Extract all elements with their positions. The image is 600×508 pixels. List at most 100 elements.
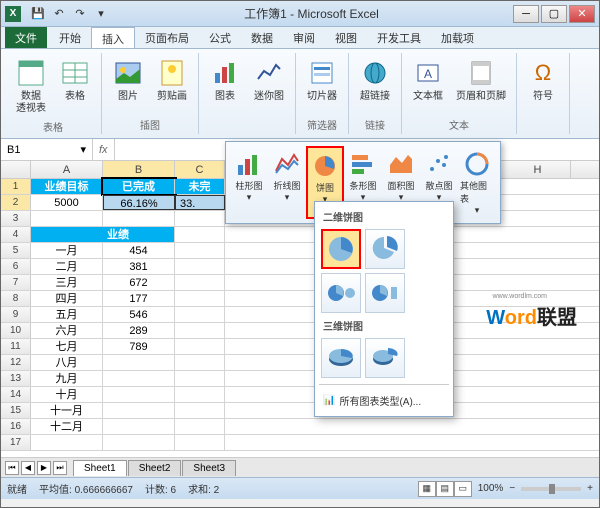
cell[interactable] [31, 211, 103, 226]
cell[interactable]: 789 [103, 339, 175, 354]
zoom-out-button[interactable]: − [509, 483, 515, 494]
cell[interactable] [31, 435, 103, 450]
hyperlink-button[interactable]: 超链接 [355, 55, 395, 105]
undo-icon[interactable]: ↶ [50, 5, 68, 23]
cell[interactable] [103, 387, 175, 402]
row-header[interactable]: 9 [1, 307, 31, 322]
pie-2d-basic[interactable] [321, 229, 361, 269]
row-header[interactable]: 3 [1, 211, 31, 226]
cell[interactable] [175, 403, 225, 418]
cell[interactable]: 33. [175, 195, 225, 210]
row-header[interactable]: 15 [1, 403, 31, 418]
close-button[interactable]: ✕ [569, 5, 595, 23]
cell[interactable] [103, 435, 175, 450]
row-header[interactable]: 14 [1, 387, 31, 402]
cell[interactable]: 六月 [31, 323, 103, 338]
cell[interactable]: 454 [103, 243, 175, 258]
other-charts-button[interactable]: 其他图表▾ [458, 146, 496, 219]
line-chart-button[interactable]: 折线图▾ [268, 146, 306, 219]
sparkline-button[interactable]: 迷你图 [249, 55, 289, 105]
tab-data[interactable]: 数据 [241, 27, 283, 48]
view-page-break-button[interactable]: ▭ [454, 481, 472, 497]
chart-button[interactable]: 图表 [205, 55, 245, 105]
cell[interactable] [175, 323, 225, 338]
sheet-nav-last[interactable]: ⏭ [53, 461, 67, 475]
header-footer-button[interactable]: 页眉和页脚 [452, 55, 510, 105]
row-header[interactable]: 2 [1, 195, 31, 210]
cell[interactable] [103, 355, 175, 370]
cell[interactable]: 十月 [31, 387, 103, 402]
col-header-H[interactable]: H [505, 161, 571, 178]
cell[interactable]: 672 [103, 275, 175, 290]
cell[interactable] [175, 227, 225, 242]
zoom-in-button[interactable]: + [587, 483, 593, 494]
sheet-tab-3[interactable]: Sheet3 [182, 460, 236, 476]
cell[interactable] [103, 419, 175, 434]
col-header-A[interactable]: A [31, 161, 103, 178]
symbol-button[interactable]: Ω符号 [523, 55, 563, 105]
row-header[interactable]: 17 [1, 435, 31, 450]
row-header[interactable]: 1 [1, 179, 31, 194]
cell[interactable]: 业绩目标 [31, 179, 103, 194]
cell[interactable]: 5000 [31, 195, 103, 210]
row-header[interactable]: 13 [1, 371, 31, 386]
pie-3d-exploded[interactable] [365, 338, 405, 378]
row-header[interactable]: 11 [1, 339, 31, 354]
cell[interactable] [175, 307, 225, 322]
maximize-button[interactable]: ▢ [541, 5, 567, 23]
view-page-layout-button[interactable]: ▤ [436, 481, 454, 497]
pivot-table-button[interactable]: 数据 透视表 [11, 55, 51, 117]
row-header[interactable]: 6 [1, 259, 31, 274]
sheet-nav-next[interactable]: ▶ [37, 461, 51, 475]
row-header[interactable]: 10 [1, 323, 31, 338]
cell[interactable] [175, 355, 225, 370]
cell[interactable]: 五月 [31, 307, 103, 322]
tab-view[interactable]: 视图 [325, 27, 367, 48]
cell[interactable]: 十一月 [31, 403, 103, 418]
cell[interactable]: 七月 [31, 339, 103, 354]
cell[interactable] [103, 211, 175, 226]
cell[interactable]: 381 [103, 259, 175, 274]
view-normal-button[interactable]: ▦ [418, 481, 436, 497]
cell[interactable] [175, 211, 225, 226]
pie-3d-basic[interactable] [321, 338, 361, 378]
row-header[interactable]: 12 [1, 355, 31, 370]
cell[interactable] [175, 243, 225, 258]
name-box[interactable]: B1▾ [1, 139, 93, 160]
cell[interactable]: 十二月 [31, 419, 103, 434]
cell[interactable]: 已完成 [103, 179, 175, 194]
qat-dropdown-icon[interactable]: ▾ [92, 5, 110, 23]
save-icon[interactable]: 💾 [29, 5, 47, 23]
tab-developer[interactable]: 开发工具 [367, 27, 431, 48]
cell[interactable] [103, 403, 175, 418]
cell[interactable]: 三月 [31, 275, 103, 290]
col-header-B[interactable]: B [103, 161, 175, 178]
tab-formulas[interactable]: 公式 [199, 27, 241, 48]
column-chart-button[interactable]: 柱形图▾ [230, 146, 268, 219]
cell[interactable]: 66.16% [103, 195, 175, 210]
picture-button[interactable]: 图片 [108, 55, 148, 105]
cell[interactable]: 二月 [31, 259, 103, 274]
cell[interactable] [31, 227, 103, 242]
tab-addins[interactable]: 加载项 [431, 27, 484, 48]
minimize-button[interactable]: ─ [513, 5, 539, 23]
cell[interactable]: 九月 [31, 371, 103, 386]
cell[interactable] [103, 371, 175, 386]
col-header-C[interactable]: C [175, 161, 225, 178]
sheet-tab-2[interactable]: Sheet2 [128, 460, 182, 476]
cell[interactable]: 未完 [175, 179, 225, 194]
tab-layout[interactable]: 页面布局 [135, 27, 199, 48]
cell[interactable]: 177 [103, 291, 175, 306]
tab-file[interactable]: 文件 [5, 27, 47, 48]
slicer-button[interactable]: 切片器 [302, 55, 342, 105]
cell[interactable] [175, 259, 225, 274]
fx-button[interactable]: fx [93, 144, 114, 156]
tab-review[interactable]: 审阅 [283, 27, 325, 48]
redo-icon[interactable]: ↷ [71, 5, 89, 23]
tab-home[interactable]: 开始 [49, 27, 91, 48]
row-header[interactable]: 16 [1, 419, 31, 434]
all-chart-types-button[interactable]: 📊所有图表类型(A)... [319, 389, 449, 412]
textbox-button[interactable]: A文本框 [408, 55, 448, 105]
cell[interactable]: 一月 [31, 243, 103, 258]
cell[interactable] [175, 339, 225, 354]
